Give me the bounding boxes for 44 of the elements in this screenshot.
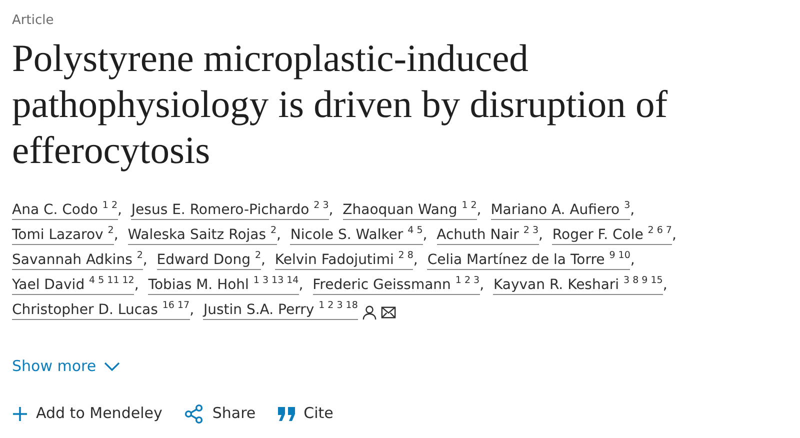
author-link[interactable]: Zhaoquan Wang $^{1 2}$ <box>342 202 477 220</box>
share-icon <box>184 402 204 424</box>
comma: , <box>276 227 281 243</box>
comma: , <box>134 277 139 293</box>
comma: , <box>190 302 194 318</box>
comma: , <box>142 252 148 268</box>
author-link[interactable]: Achuth Nair $^{2 3}$ <box>436 227 538 245</box>
share-button[interactable]: Share <box>184 402 256 424</box>
author-link[interactable]: Frederic Geissmann 1 2 3 <box>312 277 480 295</box>
author-link[interactable]: Waleska Saitz Rojas $^{2}$ <box>128 227 277 245</box>
comma: , <box>662 277 668 293</box>
comma: , <box>260 252 266 268</box>
cite-button[interactable]: Cite <box>278 402 334 424</box>
comma: , <box>538 227 543 243</box>
show-more-link[interactable]: Show more <box>12 355 120 378</box>
author-link[interactable]: Edward Dong $^{2}$ <box>156 252 261 270</box>
author-link[interactable]: Celia Martínez de la Torre $^{9 10}$ <box>427 252 630 270</box>
author-link[interactable]: Savannah Adkins $^{2}$ <box>12 252 143 270</box>
comma: , <box>298 277 304 293</box>
author-link[interactable]: Ana C. Codo $^{1 2}$ <box>12 202 118 220</box>
author-link[interactable]: Christopher D. Lucas $^{16 17}$ <box>12 302 190 320</box>
author-link[interactable]: Mariano A. Aufiero $^{3}$ <box>490 202 630 220</box>
author-link[interactable]: Kayvan R. Keshari 3 8 9 15 <box>493 277 663 295</box>
add-button[interactable]: Add to Mendeley <box>12 402 162 424</box>
comma: , <box>672 227 676 243</box>
comma: , <box>422 227 428 243</box>
comma: , <box>118 202 122 218</box>
comma: , <box>476 202 482 218</box>
author-link[interactable]: Jesus E. Romero-Pichardo $^{2 3}$ <box>131 202 329 220</box>
comma: , <box>630 202 635 218</box>
comma: , <box>328 202 334 218</box>
comma: , <box>630 252 635 268</box>
comma: , <box>413 252 418 268</box>
comma: , <box>480 277 484 293</box>
author-link[interactable]: Tobias M. Hohl 1 3 13 14 <box>148 277 299 295</box>
author-link[interactable]: Roger F. Cole 2 6 7 <box>552 227 672 245</box>
author-link[interactable]: Nicole S. Walker $^{4 5}$ <box>290 227 423 245</box>
author-link[interactable]: Yael David 4 5 11 12 <box>12 277 134 295</box>
article-title: Polystyrene microplastic-induced pathophysiology is driven by disruption of efferocytosis <box>12 37 669 174</box>
article-type-label: Article <box>12 14 55 27</box>
comma: , <box>114 227 118 243</box>
author-link[interactable]: Kelvin Fadojutimi $^{2 8}$ <box>274 252 414 270</box>
author-link[interactable]: Tomi Lazarov $^{2}$ <box>12 227 114 245</box>
author-link[interactable]: Justin S.A. Perry 1 2 3 18 <box>203 302 358 320</box>
